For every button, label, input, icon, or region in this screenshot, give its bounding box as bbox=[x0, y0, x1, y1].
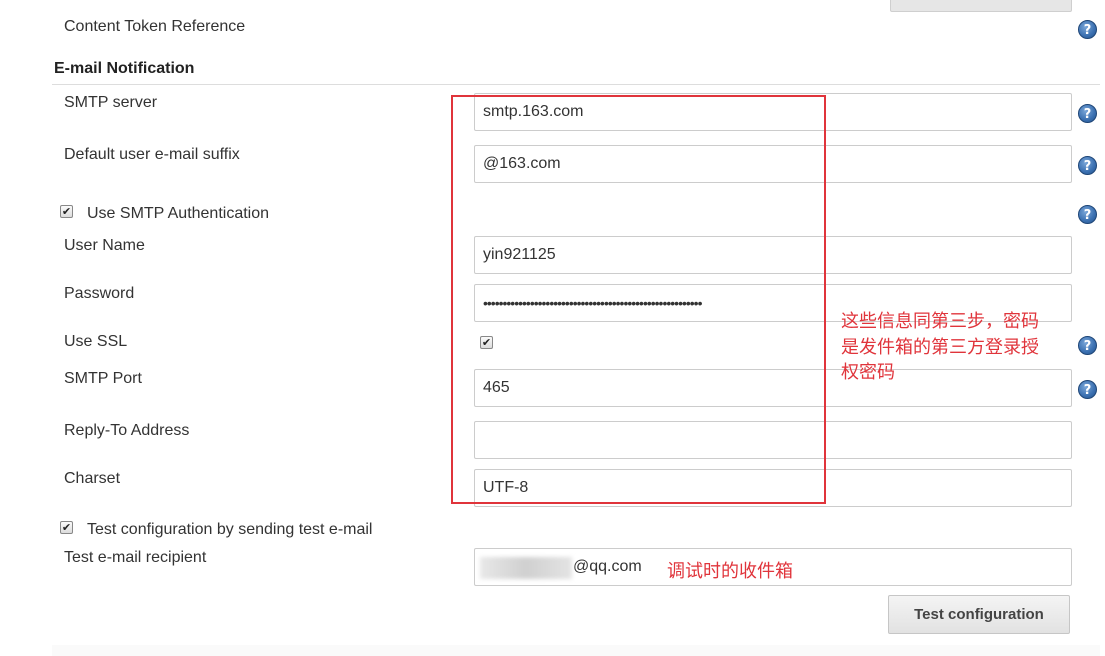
help-icon[interactable]: ? bbox=[1078, 104, 1097, 123]
test-configuration-button[interactable]: Test configuration bbox=[888, 595, 1070, 634]
reply-to-label: Reply-To Address bbox=[64, 422, 190, 439]
use-smtp-auth-checkbox[interactable]: ✔ bbox=[60, 205, 73, 218]
annotation-line-2: 是发件箱的第三方登录授 bbox=[841, 337, 1039, 358]
content-token-reference-label: Content Token Reference bbox=[64, 18, 246, 35]
test-recipient-label: Test e-mail recipient bbox=[64, 549, 207, 566]
test-config-label: Test configuration by sending test e-mai… bbox=[87, 521, 373, 538]
charset-label: Charset bbox=[64, 470, 121, 487]
password-label: Password bbox=[64, 285, 135, 302]
annotation-line-3: 权密码 bbox=[841, 362, 895, 383]
bottom-strip bbox=[52, 645, 1100, 656]
top-partial-button[interactable] bbox=[890, 0, 1072, 12]
smtp-port-label: SMTP Port bbox=[64, 370, 142, 387]
default-suffix-label: Default user e-mail suffix bbox=[64, 146, 240, 163]
use-smtp-auth-label: Use SMTP Authentication bbox=[87, 205, 270, 222]
help-icon[interactable]: ? bbox=[1078, 336, 1097, 355]
annotation-line-1: 这些信息同第三步，密码 bbox=[841, 311, 1039, 332]
redacted-region bbox=[480, 557, 572, 579]
help-icon[interactable]: ? bbox=[1078, 156, 1097, 175]
recipient-annotation: 调试时的收件箱 bbox=[667, 561, 793, 582]
smtp-server-label: SMTP server bbox=[64, 94, 158, 111]
help-icon[interactable]: ? bbox=[1078, 20, 1097, 39]
highlight-box bbox=[451, 95, 826, 504]
section-title: E-mail Notification bbox=[54, 60, 195, 77]
user-name-label: User Name bbox=[64, 237, 145, 254]
help-icon[interactable]: ? bbox=[1078, 380, 1097, 399]
use-ssl-label: Use SSL bbox=[64, 333, 128, 350]
help-icon[interactable]: ? bbox=[1078, 205, 1097, 224]
test-config-checkbox[interactable]: ✔ bbox=[60, 521, 73, 534]
section-divider bbox=[52, 84, 1100, 85]
